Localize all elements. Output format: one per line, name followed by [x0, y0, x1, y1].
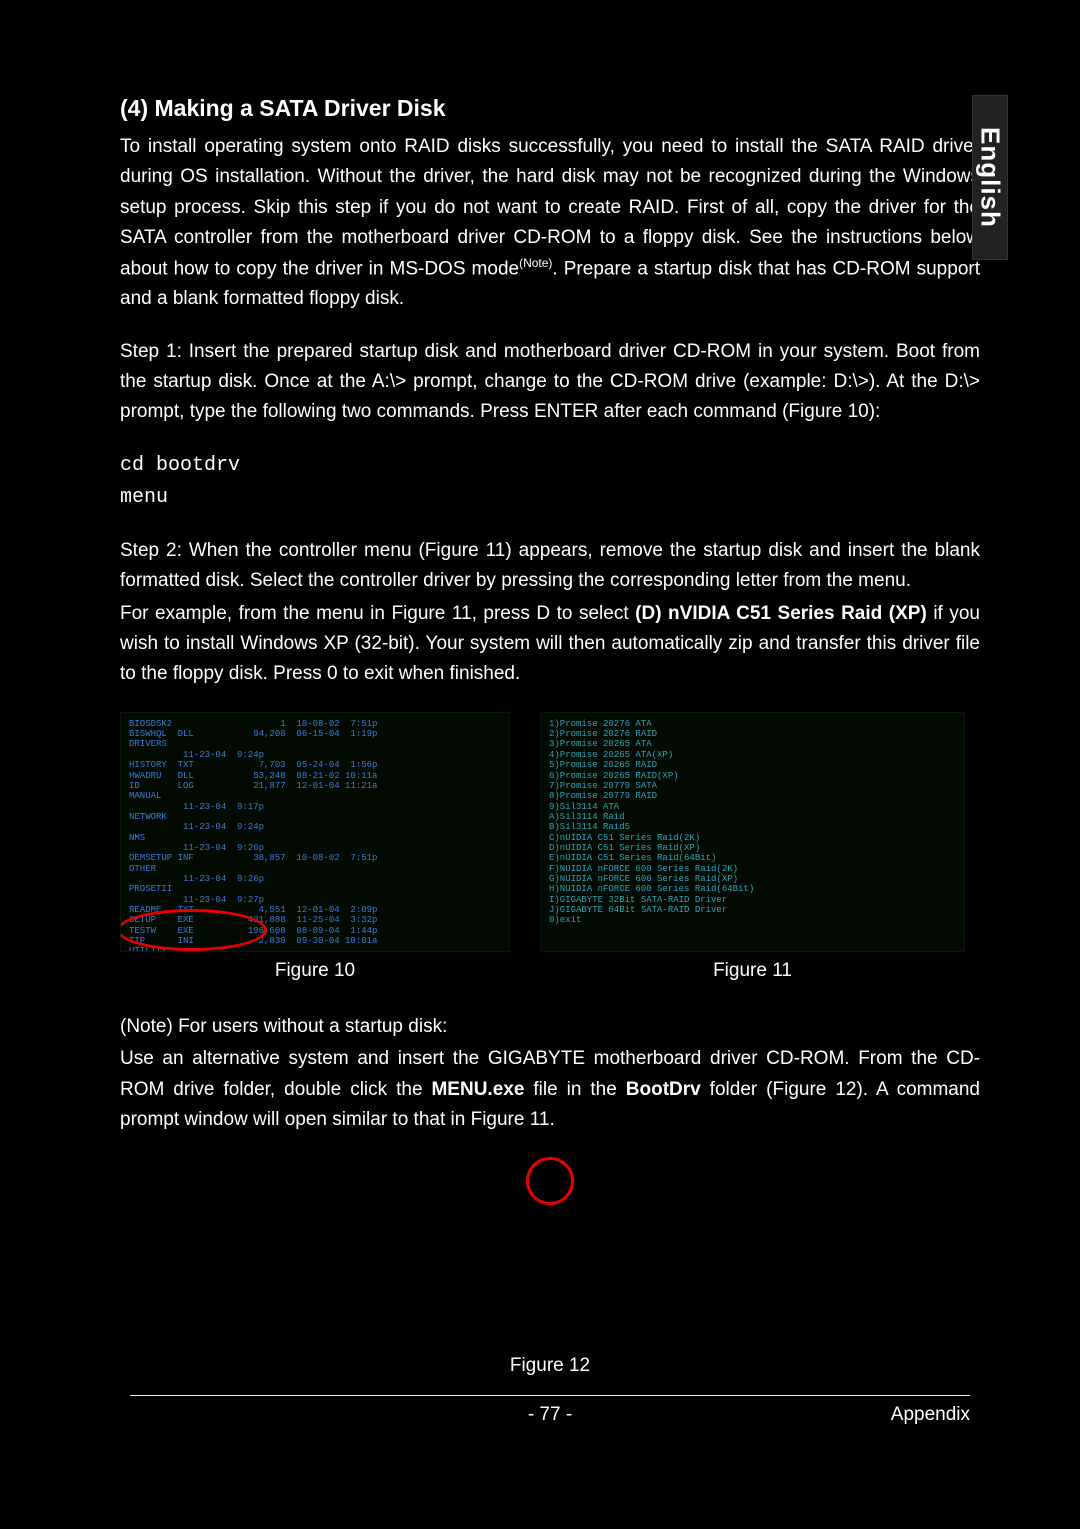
- step2-paragraph: Step 2: When the controller menu (Figure…: [120, 536, 980, 597]
- note-paragraph: Use an alternative system and insert the…: [120, 1044, 980, 1135]
- page-content: (4) Making a SATA Driver Disk To install…: [0, 0, 1080, 1466]
- terminal-figure10: BIOSDSK2 1 10-08-02 7:51p BISWHQL DLL 94…: [120, 712, 510, 952]
- figure11-column: 1)Promise 20276 ATA 2)Promise 20276 RAID…: [540, 712, 965, 982]
- note-superscript: (Note): [519, 256, 552, 270]
- figures-row: BIOSDSK2 1 10-08-02 7:51p BISWHQL DLL 94…: [120, 712, 980, 982]
- language-tab-label: English: [975, 127, 1006, 228]
- highlight-circle-icon: [526, 1157, 574, 1205]
- language-tab: English: [972, 95, 1008, 260]
- page-footer: - 77 - Appendix: [120, 1396, 980, 1426]
- note-text-c: file in the: [524, 1079, 625, 1100]
- appendix-label: Appendix: [891, 1404, 970, 1426]
- bootdrv-bold: BootDrv: [626, 1079, 701, 1100]
- note-heading: (Note) For users without a startup disk:: [120, 1012, 980, 1042]
- driver-option-bold: (D) nVIDIA C51 Series Raid (XP): [635, 603, 927, 624]
- example-paragraph: For example, from the menu in Figure 11,…: [120, 599, 980, 690]
- figure12-block: Figure 12: [120, 1157, 980, 1377]
- menu-exe-bold: MENU.exe: [431, 1079, 524, 1100]
- intro-paragraph: To install operating system onto RAID di…: [120, 132, 980, 315]
- section-heading: (4) Making a SATA Driver Disk: [120, 95, 980, 122]
- page-number: - 77 -: [528, 1404, 572, 1426]
- figure10-column: BIOSDSK2 1 10-08-02 7:51p BISWHQL DLL 94…: [120, 712, 510, 982]
- terminal-figure11: 1)Promise 20276 ATA 2)Promise 20276 RAID…: [540, 712, 965, 952]
- figure11-caption: Figure 11: [713, 960, 792, 982]
- cmd-cd-bootdrv: cd bootdrv: [120, 450, 980, 482]
- cmd-menu: menu: [120, 482, 980, 514]
- step1-paragraph: Step 1: Insert the prepared startup disk…: [120, 337, 980, 428]
- figure12-placeholder: [280, 1157, 820, 1347]
- commands-block: cd bootdrv menu: [120, 450, 980, 514]
- figure12-caption: Figure 12: [510, 1355, 590, 1377]
- example-text-a: For example, from the menu in Figure 11,…: [120, 603, 635, 624]
- figure10-caption: Figure 10: [275, 960, 355, 982]
